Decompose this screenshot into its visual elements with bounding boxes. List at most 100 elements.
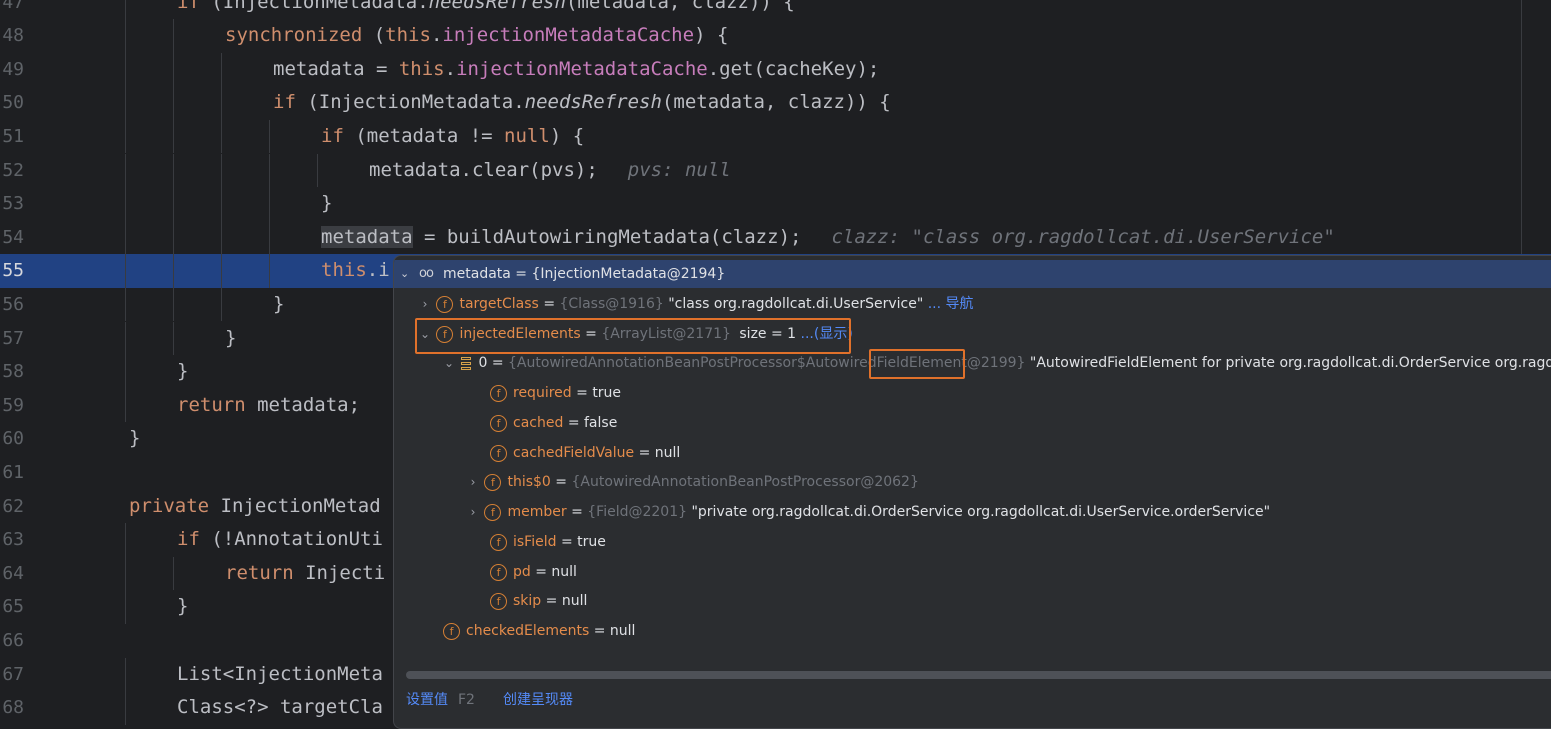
tree-row-required[interactable]: f required = true xyxy=(490,381,621,405)
field-icon: f xyxy=(490,592,507,610)
code-text: } xyxy=(177,595,189,618)
indent-guide xyxy=(221,254,222,288)
line-number[interactable]: 61 xyxy=(0,456,24,490)
field-value: true xyxy=(592,385,622,401)
code-line[interactable]: 48 synchronized (this.injectionMetadataCa… xyxy=(0,19,1551,53)
code-line[interactable]: 50 if (InjectionMetadata.needsRefresh(met… xyxy=(0,86,1551,120)
indent-guide xyxy=(173,52,174,87)
line-number[interactable]: 62 xyxy=(0,490,24,524)
code-line[interactable]: 47 if (InjectionMetadata.needsRefresh(met… xyxy=(0,0,1551,20)
code-line[interactable]: 51 if (metadata != null) { xyxy=(0,119,1551,154)
indent-guide xyxy=(125,657,126,692)
line-number[interactable]: 54 xyxy=(0,221,24,255)
field-name: required xyxy=(513,385,572,401)
tree-row-cached[interactable]: f cached = false xyxy=(490,411,617,435)
field-icon: f xyxy=(443,622,460,640)
line-number[interactable]: 58 xyxy=(0,355,24,389)
line-number[interactable]: 57 xyxy=(0,322,24,356)
equals-sign: = xyxy=(567,415,580,431)
line-number[interactable]: 60 xyxy=(0,422,24,456)
debugger-evaluation-popup[interactable]: ⌄ oo metadata = {InjectionMetadata@2194}… xyxy=(393,255,1551,729)
code-text: return Injecti xyxy=(225,561,386,584)
code-text: List<InjectionMeta xyxy=(177,662,383,685)
line-number[interactable]: 65 xyxy=(0,590,24,624)
code-line[interactable]: 54 metadata = buildAutowiringMetadata(cla… xyxy=(0,220,1551,255)
tree-row-cached-field-value[interactable]: f cachedFieldValue = null xyxy=(490,441,680,465)
field-icon: f xyxy=(484,503,502,521)
popup-header-row[interactable]: ⌄ oo metadata = {InjectionMetadata@2194} xyxy=(394,260,1551,288)
glasses-icon: oo xyxy=(419,266,434,281)
indent-guide xyxy=(125,590,126,624)
tree-row-pd[interactable]: f pd = null xyxy=(490,560,577,584)
line-number[interactable]: 55 xyxy=(0,254,24,288)
equals-sign: = xyxy=(560,534,573,550)
code-text: } xyxy=(225,326,237,349)
code-text: return metadata; xyxy=(177,393,361,416)
object-ref: {Class@1916} xyxy=(559,296,664,312)
line-number[interactable]: 53 xyxy=(0,187,24,221)
line-number[interactable]: 51 xyxy=(0,120,24,154)
code-text: } xyxy=(273,292,285,315)
code-line[interactable]: 49 metadata = this.injectionMetadataCache… xyxy=(0,52,1551,87)
popup-footer: 设置值 F2 创建呈现器 xyxy=(406,688,573,712)
indent-guide xyxy=(125,556,126,591)
line-number[interactable]: 63 xyxy=(0,523,24,557)
line-number[interactable]: 52 xyxy=(0,154,24,188)
highlight-box-injected-elements xyxy=(415,318,851,354)
code-text: private InjectionMetad xyxy=(129,494,381,517)
field-icon: f xyxy=(490,444,507,462)
code-line[interactable]: 52 metadata.clear(pvs); pvs: null xyxy=(0,153,1551,188)
tree-row-is-field[interactable]: f isField = true xyxy=(490,530,606,554)
indent-guide xyxy=(125,119,126,154)
equals-sign: = xyxy=(593,623,606,639)
tree-row-skip[interactable]: f skip = null xyxy=(490,589,587,613)
indent-guide xyxy=(221,187,222,221)
indent-guide xyxy=(221,119,222,154)
chevron-right-icon[interactable]: › xyxy=(466,500,480,524)
field-name: this$0 xyxy=(507,474,551,490)
field-value: true xyxy=(577,534,606,550)
field-icon: f xyxy=(484,473,502,491)
code-line[interactable]: 53} xyxy=(0,187,1551,221)
code-text: if (!AnnotationUti xyxy=(177,528,383,551)
code-text: if (InjectionMetadata.needsRefresh(metad… xyxy=(273,91,891,114)
code-text: Class<?> targetCla xyxy=(177,696,383,719)
code-text: if (metadata != null) { xyxy=(321,124,585,147)
line-number[interactable]: 68 xyxy=(0,691,24,725)
equals-sign: = xyxy=(543,296,556,312)
field-icon: f xyxy=(490,533,507,551)
line-number[interactable]: 49 xyxy=(0,53,24,87)
line-number[interactable]: 67 xyxy=(0,658,24,692)
tree-row-member[interactable]: › f member = {Field@2201} "private org.ra… xyxy=(466,500,1270,524)
object-ref-prefix: {AutowiredAnnotationBeanPostProcessor$Au… xyxy=(508,355,877,371)
line-number[interactable]: 48 xyxy=(0,19,24,53)
field-name: pd xyxy=(513,564,531,580)
field-name: cached xyxy=(513,415,564,431)
line-number[interactable]: 64 xyxy=(0,557,24,591)
indent-guide xyxy=(173,556,174,591)
line-number[interactable]: 56 xyxy=(0,288,24,322)
navigate-link[interactable]: ... 导航 xyxy=(928,296,974,312)
indent-guide xyxy=(125,355,126,389)
line-number[interactable]: 50 xyxy=(0,86,24,120)
chevron-down-icon[interactable]: ⌄ xyxy=(442,351,456,375)
indent-guide xyxy=(173,254,174,288)
line-number[interactable]: 59 xyxy=(0,389,24,423)
chevron-down-icon[interactable]: ⌄ xyxy=(400,260,409,288)
chevron-right-icon[interactable]: › xyxy=(418,292,432,316)
chevron-right-icon[interactable]: › xyxy=(466,470,480,494)
horizontal-scrollbar[interactable] xyxy=(406,671,1551,679)
line-number[interactable]: 66 xyxy=(0,624,24,658)
field-name: targetClass xyxy=(459,296,539,312)
line-number[interactable]: 47 xyxy=(0,0,24,19)
tree-row-element-0[interactable]: ⌄ 0 = {AutowiredAnnotationBeanPostProces… xyxy=(442,351,1551,375)
create-renderer-link[interactable]: 创建呈现器 xyxy=(503,692,573,708)
indent-guide xyxy=(125,287,126,322)
indent-guide xyxy=(173,19,174,53)
tree-row-checked-elements[interactable]: f checkedElements = null xyxy=(443,619,635,643)
set-value-link[interactable]: 设置值 xyxy=(406,692,448,708)
tree-row-this0[interactable]: › f this$0 = {AutowiredAnnotationBeanPost… xyxy=(466,470,919,494)
tree-row-target-class[interactable]: › f targetClass = {Class@1916} "class org… xyxy=(418,292,974,316)
indent-guide xyxy=(125,187,126,221)
code-text: metadata = buildAutowiringMetadata(clazz… xyxy=(321,225,1335,248)
